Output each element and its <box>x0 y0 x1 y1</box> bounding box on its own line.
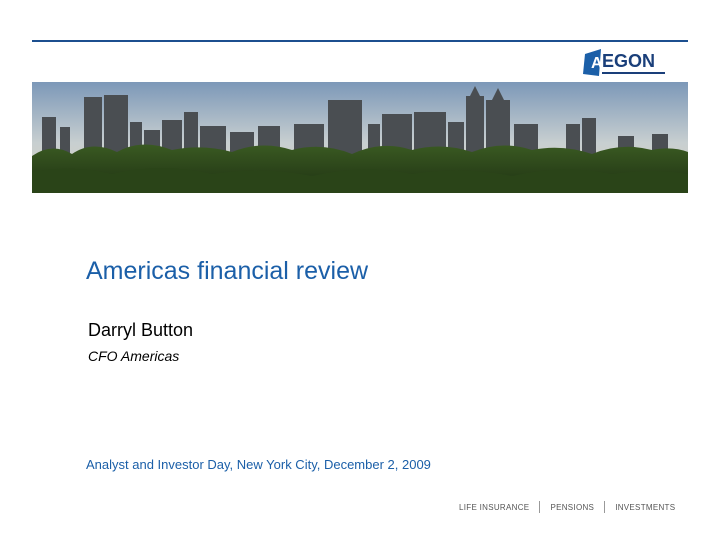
tagline-pensions: PENSIONS <box>550 502 595 512</box>
tagline-investments: INVESTMENTS <box>615 502 676 512</box>
presenter-name: Darryl Button <box>88 320 194 340</box>
presenter-role: CFO Americas <box>88 348 180 364</box>
aegon-logo: A EGON <box>583 49 665 76</box>
skyline-photo <box>32 82 688 193</box>
event-line: Analyst and Investor Day, New York City,… <box>86 457 431 472</box>
logo-wordmark: EGON <box>602 51 655 71</box>
tagline-divider <box>539 501 541 513</box>
tagline-divider <box>604 501 606 513</box>
footer-taglines: LIFE INSURANCE PENSIONS INVESTMENTS <box>459 500 675 514</box>
slide-title: Americas financial review <box>86 257 369 285</box>
header-rule <box>32 40 688 42</box>
tagline-life-insurance: LIFE INSURANCE <box>459 502 530 512</box>
